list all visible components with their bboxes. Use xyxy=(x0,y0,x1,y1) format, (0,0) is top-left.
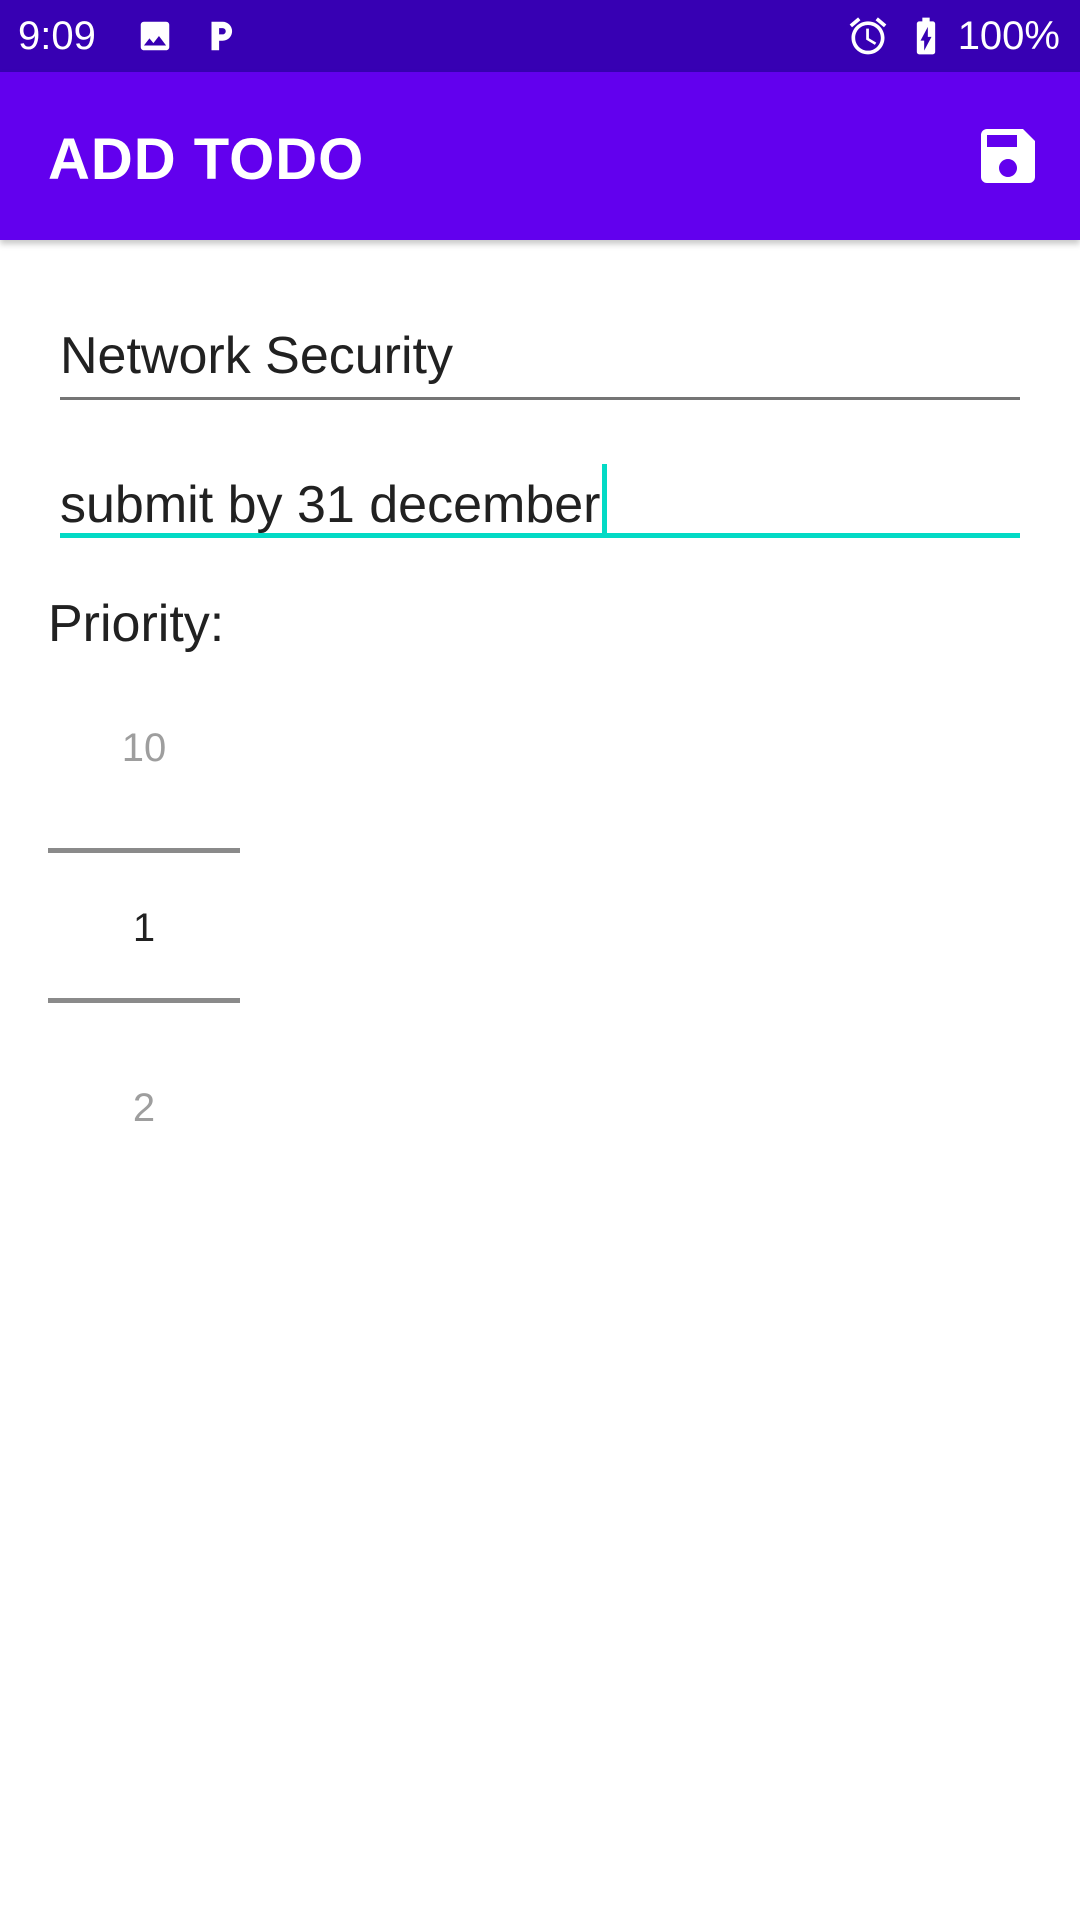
page-title: ADD TODO xyxy=(48,127,365,192)
description-input[interactable]: submit by 31 december xyxy=(60,454,1020,538)
picker-item-selected[interactable]: 1 xyxy=(48,904,240,952)
title-input[interactable]: Network Security xyxy=(60,326,1020,400)
battery-percent: 100% xyxy=(957,14,1060,58)
description-input-value: submit by 31 december xyxy=(60,476,601,534)
picker-item-prev[interactable]: 10 xyxy=(48,724,240,772)
image-icon xyxy=(140,21,170,51)
status-bar: 9:09 100% xyxy=(0,0,1080,72)
save-icon xyxy=(981,129,1035,183)
text-cursor xyxy=(601,464,607,536)
save-button[interactable] xyxy=(972,120,1044,192)
status-time: 9:09 xyxy=(18,14,96,58)
app-bar: ADD TODO xyxy=(0,72,1080,240)
alarm-icon xyxy=(849,17,887,55)
priority-picker[interactable]: 10 1 2 xyxy=(48,690,240,1140)
battery-charging-icon xyxy=(916,17,936,55)
picker-divider-bottom xyxy=(48,998,240,1003)
picker-item-next[interactable]: 2 xyxy=(48,1084,240,1132)
description-input-underline xyxy=(60,533,1020,538)
parking-icon xyxy=(211,21,233,51)
title-input-value: Network Security xyxy=(60,327,453,385)
title-input-underline xyxy=(60,397,1020,400)
priority-label: Priority: xyxy=(48,595,225,653)
picker-divider-top xyxy=(48,848,240,853)
